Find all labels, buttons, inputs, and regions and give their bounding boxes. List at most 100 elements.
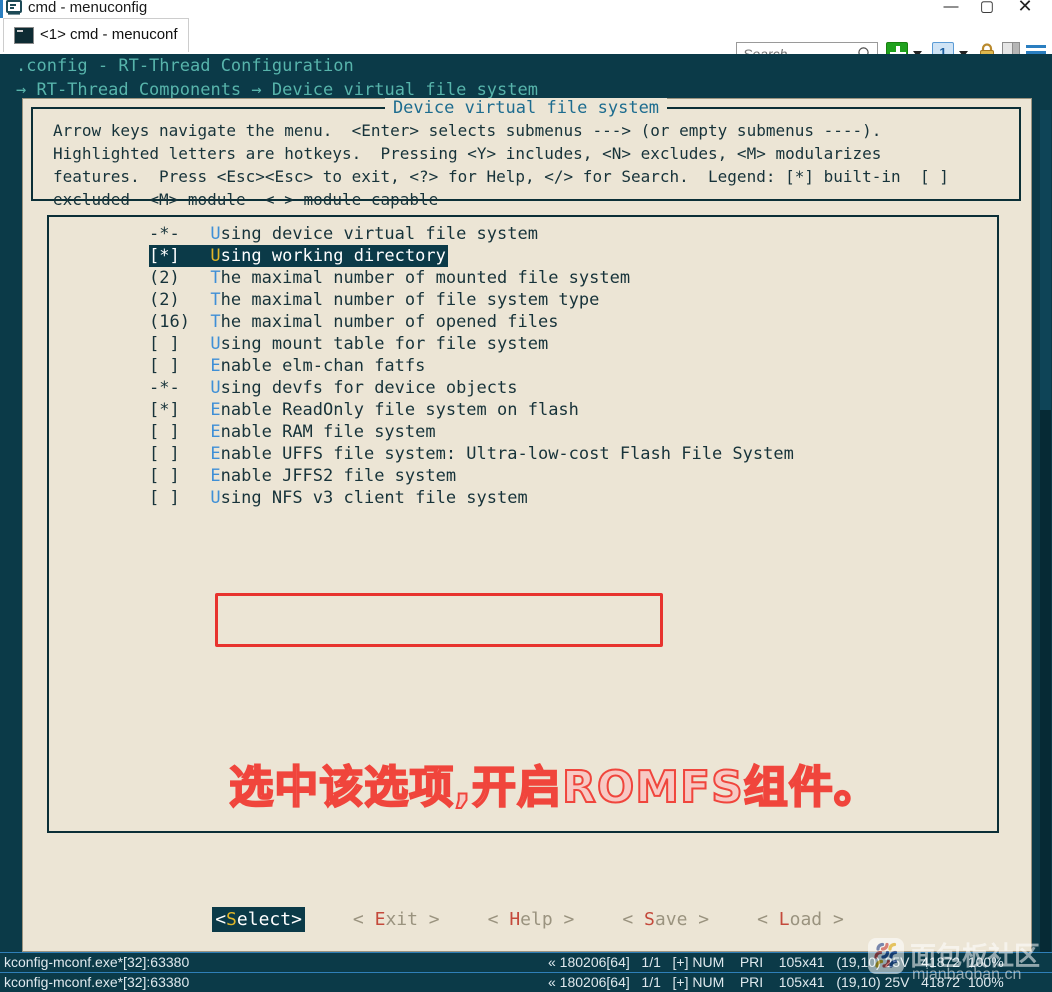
button-label: ave >: [654, 909, 710, 930]
menu-item-selected[interactable]: [*] Using working directory: [149, 245, 448, 267]
menu-item-label: sing devfs for device objects: [220, 378, 518, 398]
terminal-icon: [14, 27, 34, 44]
menu-item-label: sing mount table for file system: [220, 334, 549, 354]
menuconfig-dialog: Device virtual file system Arrow keys na…: [22, 98, 1033, 992]
menu-item-hotkey: E: [210, 356, 221, 376]
menu-item-row[interactable]: [ ] Using mount table for file system: [149, 333, 999, 355]
menu-item-hotkey: T: [210, 312, 221, 332]
button-label: elp >: [520, 909, 575, 930]
menu-item[interactable]: (2) The maximal number of mounted file s…: [149, 267, 999, 289]
menu-item-marker: [ ]: [149, 444, 211, 464]
menu-item-hotkey: E: [210, 466, 221, 486]
application-window: cmd - menuconfig — ▢ ✕ <1> cmd - menucon…: [0, 0, 1052, 992]
menu-item-row[interactable]: (16) The maximal number of opened files: [149, 311, 999, 333]
window-accent-strip: [0, 0, 3, 20]
menu-item-row[interactable]: [ ] Enable elm-chan fatfs: [149, 355, 999, 377]
window-title-bar: cmd - menuconfig — ▢ ✕: [0, 0, 1052, 20]
button-label: oad >: [789, 909, 844, 930]
menu-item-marker: [ ]: [149, 466, 211, 486]
annotation-text: 选中该选项,开启ROMFS组件。: [228, 761, 879, 814]
menu-item[interactable]: [ ] Enable elm-chan fatfs: [149, 355, 999, 377]
menu-item-label: he maximal number of file system type: [220, 290, 600, 310]
button-prefix: <: [757, 909, 779, 930]
button-prefix: <: [215, 909, 227, 930]
menu-item-label: sing device virtual file system: [220, 224, 538, 244]
menu-item-marker: [ ]: [149, 488, 211, 508]
menu-item-row[interactable]: [ ] Enable RAM file system: [149, 421, 999, 443]
dialog-button-bar: <Select> < Exit > < Help > < Save > < Load >: [23, 907, 1033, 932]
button-prefix: <: [352, 909, 375, 930]
dialog-button-help[interactable]: < Help >: [488, 909, 575, 930]
menu-list: -*- Using device virtual file system [*] …: [149, 223, 999, 509]
dialog-title: Device virtual file system: [33, 98, 1019, 118]
button-hotkey: H: [509, 909, 521, 930]
menu-item-marker: [*]: [149, 246, 211, 266]
menu-item-label: he maximal number of opened files: [220, 312, 559, 332]
menu-item[interactable]: [ ] Enable RAM file system: [149, 421, 999, 443]
menu-item-row[interactable]: [ ] Enable JFFS2 file system: [149, 465, 999, 487]
menu-item-hotkey: T: [210, 290, 221, 310]
menu-item-label: he maximal number of mounted file system: [220, 268, 631, 288]
maximize-button[interactable]: ▢: [974, 0, 1000, 18]
watermark-logo-icon: [868, 938, 904, 974]
tab-bar: <1> cmd - menuconf 1: [0, 18, 1052, 64]
menu-item-label: nable JFFS2 file system: [220, 466, 457, 486]
menu-item[interactable]: [*] Using working directory: [149, 245, 999, 267]
status-process-label-2: kconfig-mconf.exe*[32]:63380: [4, 974, 190, 990]
menu-item-label: nable UFFS file system: Ultra-low-cost F…: [220, 444, 794, 464]
menu-item-marker: [ ]: [149, 422, 211, 442]
menu-item[interactable]: [*] Enable ReadOnly file system on flash: [149, 399, 999, 421]
menu-item-marker: -*-: [149, 378, 211, 398]
button-prefix: <: [622, 909, 645, 930]
window-title: cmd - menuconfig: [28, 0, 148, 16]
menu-item-marker: (2): [149, 268, 211, 288]
button-hotkey: S: [644, 909, 655, 930]
dialog-button-exit[interactable]: < Exit >: [353, 909, 440, 930]
menu-item[interactable]: -*- Using device virtual file system: [149, 223, 999, 245]
menu-item-row[interactable]: [*] Enable ReadOnly file system on flash: [149, 399, 999, 421]
menu-item-row[interactable]: (2) The maximal number of mounted file s…: [149, 267, 999, 289]
dialog-button-save[interactable]: < Save >: [622, 909, 709, 930]
menu-item-hotkey: U: [210, 224, 221, 244]
menu-item-marker: [*]: [149, 400, 211, 420]
button-label: xit >: [385, 909, 440, 930]
tab-cmd-menuconfig[interactable]: <1> cmd - menuconf: [3, 18, 189, 52]
menu-item-hotkey: U: [210, 246, 221, 266]
button-hotkey: E: [374, 909, 386, 930]
menu-item[interactable]: [ ] Enable UFFS file system: Ultra-low-c…: [149, 443, 999, 465]
menu-item-label: nable ReadOnly file system on flash: [220, 400, 579, 420]
menu-item-row[interactable]: (2) The maximal number of file system ty…: [149, 289, 999, 311]
close-button[interactable]: ✕: [1012, 0, 1038, 18]
dialog-button-select[interactable]: <Select>: [212, 907, 305, 932]
button-hotkey: S: [226, 909, 237, 930]
dialog-button-load[interactable]: < Load >: [757, 909, 844, 930]
config-header-line: .config - RT-Thread Configuration: [16, 56, 354, 76]
terminal-console: .config - RT-Thread Configuration → RT-T…: [0, 54, 1052, 992]
menu-item-label: nable RAM file system: [220, 422, 436, 442]
menu-item[interactable]: -*- Using devfs for device objects: [149, 377, 999, 399]
menu-item-hotkey: U: [210, 334, 221, 354]
menu-item-row[interactable]: [ ] Using NFS v3 client file system: [149, 487, 999, 509]
help-text: Arrow keys navigate the menu. <Enter> se…: [53, 121, 949, 209]
dialog-title-text: Device virtual file system: [384, 98, 668, 118]
menu-item-hotkey: U: [210, 378, 221, 398]
menu-item-row[interactable]: -*- Using devfs for device objects: [149, 377, 999, 399]
menu-item-hotkey: E: [210, 400, 221, 420]
console-app-icon: [6, 0, 22, 16]
terminal-scrollbar-thumb[interactable]: [1040, 110, 1051, 410]
menu-item-hotkey: E: [210, 422, 221, 442]
breadcrumb: → RT-Thread Components → Device virtual …: [16, 80, 538, 100]
menu-item-hotkey: E: [210, 444, 221, 464]
menu-item[interactable]: (16) The maximal number of opened files: [149, 311, 999, 333]
minimize-button[interactable]: —: [938, 0, 964, 18]
menu-item[interactable]: [ ] Using NFS v3 client file system: [149, 487, 999, 509]
menu-item-label: sing NFS v3 client file system: [220, 488, 528, 508]
button-label: elect>: [236, 909, 302, 930]
menu-item-row[interactable]: [ ] Enable UFFS file system: Ultra-low-c…: [149, 443, 999, 465]
menu-item-hotkey: U: [210, 488, 221, 508]
menu-item[interactable]: (2) The maximal number of file system ty…: [149, 289, 999, 311]
tab-label: <1> cmd - menuconf: [40, 26, 178, 43]
menu-item[interactable]: [ ] Using mount table for file system: [149, 333, 999, 355]
menu-item[interactable]: [ ] Enable JFFS2 file system: [149, 465, 999, 487]
menu-item-row[interactable]: -*- Using device virtual file system: [149, 223, 999, 245]
